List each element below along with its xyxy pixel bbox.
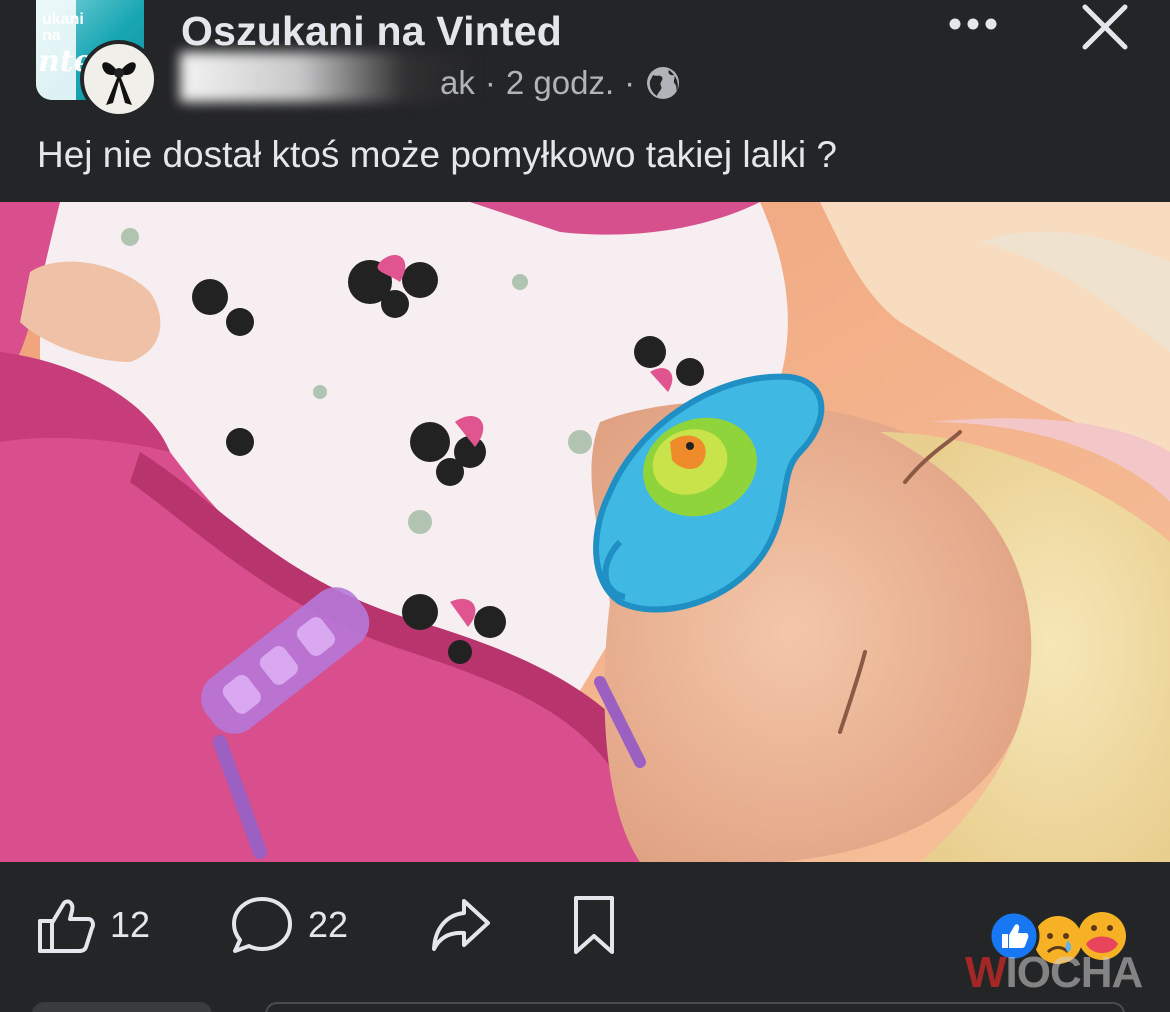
post-time[interactable]: 2 godz. (506, 64, 614, 102)
doll-photo-illustration (0, 202, 1170, 862)
watermark-logo: WIOCHA (965, 948, 1144, 998)
facebook-post: ukani na nted Oszukani na Vinted ak · 2 … (0, 0, 1170, 1012)
post-photo[interactable] (0, 202, 1170, 862)
comment-count: 22 (308, 904, 349, 945)
more-dots-icon (949, 18, 997, 30)
share-button[interactable] (430, 890, 492, 960)
share-arrow-icon (432, 899, 490, 951)
post-caption: Hej nie dostał ktoś może pomyłkowo takie… (37, 134, 837, 175)
meta-separator-2: · (624, 64, 636, 101)
post-meta: ak · 2 godz. · (440, 64, 681, 102)
like-count: 12 (110, 904, 151, 945)
group-name[interactable]: Oszukani na Vinted (181, 8, 562, 55)
thumbs-up-icon (38, 899, 95, 953)
author-name-fragment[interactable]: ak (440, 64, 475, 102)
watermark-rest: IOCHA (1005, 948, 1144, 997)
globe-icon (647, 67, 680, 99)
comment-button[interactable]: 22 (230, 890, 348, 960)
close-button[interactable] (1078, 0, 1132, 54)
close-icon (1082, 4, 1128, 50)
group-avatar-text: ukani na (42, 11, 84, 44)
bottom-avatar-pill[interactable] (32, 1002, 212, 1012)
comment-input-strip (0, 996, 1170, 1012)
meta-separator: · (484, 64, 496, 101)
like-button[interactable]: 12 (36, 890, 150, 960)
bookmark-icon (574, 896, 614, 954)
save-button[interactable] (570, 890, 618, 960)
author-avatar[interactable] (80, 40, 158, 118)
mourning-ribbon-icon (102, 62, 136, 105)
speech-bubble-icon (232, 897, 292, 953)
watermark-red: W (965, 948, 1007, 997)
blurred-author-name (180, 52, 480, 102)
more-options-button[interactable] (944, 4, 1002, 44)
comment-input-field[interactable] (265, 1002, 1125, 1012)
